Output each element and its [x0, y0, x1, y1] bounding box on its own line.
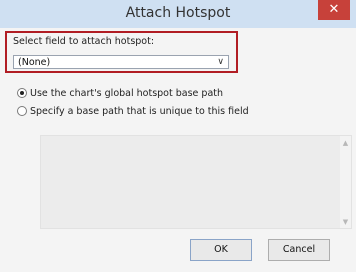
close-icon: ✕ [328, 2, 340, 17]
cancel-button[interactable]: Cancel [268, 239, 330, 261]
dialog-body: Select field to attach hotspot: (None) ∨… [0, 28, 356, 272]
close-button[interactable]: ✕ [318, 0, 350, 20]
title-bar[interactable]: Attach Hotspot ✕ [0, 0, 356, 28]
scroll-up-icon[interactable]: ▲ [341, 139, 350, 147]
radio-button-unchecked[interactable] [17, 106, 27, 116]
field-label: Select field to attach hotspot: [13, 36, 155, 47]
radio-button-checked[interactable] [17, 88, 27, 98]
field-select-value: (None) [18, 57, 51, 68]
radio-label-global-path: Use the chart's global hotspot base path [30, 88, 224, 99]
field-select[interactable]: (None) ∨ [13, 55, 229, 69]
radio-label-unique-path: Specify a base path that is unique to th… [30, 106, 249, 117]
dialog-title: Attach Hotspot [125, 5, 231, 21]
textarea-scrollbar[interactable]: ▲ ▼ [340, 136, 351, 228]
base-path-textarea[interactable]: ▲ ▼ [40, 135, 352, 229]
ok-button[interactable]: OK [190, 239, 252, 261]
chevron-down-icon: ∨ [217, 57, 224, 67]
attach-hotspot-dialog: Attach Hotspot ✕ Select field to attach … [0, 0, 356, 272]
scroll-down-icon[interactable]: ▼ [341, 218, 350, 226]
